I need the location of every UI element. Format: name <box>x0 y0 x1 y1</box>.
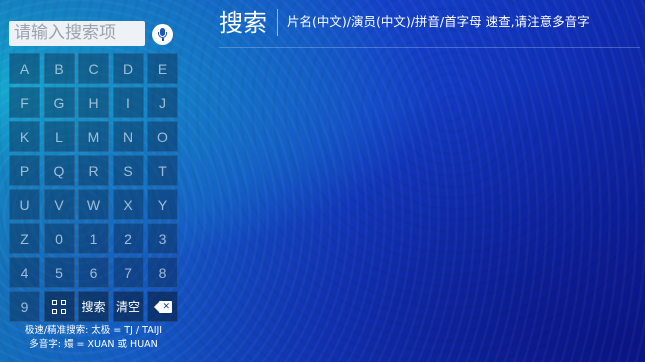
key-h[interactable]: H <box>78 87 109 118</box>
key-q[interactable]: Q <box>43 155 75 186</box>
key-2[interactable]: 2 <box>112 223 144 254</box>
key-k[interactable]: K <box>9 121 40 152</box>
key-f[interactable]: F <box>9 87 40 118</box>
on-screen-keyboard: A B C D E F G H I J K L M N O P Q R S T … <box>9 53 178 322</box>
key-w[interactable]: W <box>78 189 109 220</box>
backspace-button[interactable]: ✕ <box>147 291 178 322</box>
key-5[interactable]: 5 <box>43 257 75 288</box>
key-p[interactable]: P <box>9 155 40 186</box>
search-input[interactable]: 请输入搜索项 <box>9 21 145 46</box>
search-hint-line-1: 极速/精准搜索: 太极 = TJ / TAIJI <box>24 325 163 336</box>
keyboard-toggle-button[interactable] <box>43 291 75 322</box>
key-0[interactable]: 0 <box>43 223 75 254</box>
key-6[interactable]: 6 <box>78 257 109 288</box>
grid-icon <box>52 299 66 314</box>
key-n[interactable]: N <box>112 121 144 152</box>
key-7[interactable]: 7 <box>112 257 144 288</box>
search-hint-line-2: 多音字: 嬛 = XUAN 或 HUAN <box>29 339 158 350</box>
key-v[interactable]: V <box>43 189 75 220</box>
key-u[interactable]: U <box>9 189 40 220</box>
key-4[interactable]: 4 <box>9 257 40 288</box>
key-c[interactable]: C <box>78 53 109 84</box>
key-b[interactable]: B <box>43 53 75 84</box>
key-a[interactable]: A <box>9 53 40 84</box>
header-divider <box>219 47 640 48</box>
key-s[interactable]: S <box>112 155 144 186</box>
key-d[interactable]: D <box>112 53 144 84</box>
key-8[interactable]: 8 <box>147 257 178 288</box>
key-j[interactable]: J <box>147 87 178 118</box>
key-o[interactable]: O <box>147 121 178 152</box>
key-y[interactable]: Y <box>147 189 178 220</box>
key-t[interactable]: T <box>147 155 178 186</box>
clear-button[interactable]: 清空 <box>112 291 144 322</box>
page-title: 搜索 <box>219 9 267 37</box>
key-m[interactable]: M <box>78 121 109 152</box>
key-9[interactable]: 9 <box>9 291 40 322</box>
key-e[interactable]: E <box>147 53 178 84</box>
key-x[interactable]: X <box>112 189 144 220</box>
backspace-icon: ✕ <box>153 300 172 313</box>
key-i[interactable]: I <box>112 87 144 118</box>
voice-search-button[interactable] <box>150 22 175 47</box>
key-l[interactable]: L <box>43 121 75 152</box>
key-r[interactable]: R <box>78 155 109 186</box>
search-button[interactable]: 搜索 <box>78 291 109 322</box>
title-hint: 片名(中文)/演员(中文)/拼音/首字母 速查,请注意多音字 <box>287 14 590 29</box>
title-divider <box>277 9 278 36</box>
key-z[interactable]: Z <box>9 223 40 254</box>
key-1[interactable]: 1 <box>78 223 109 254</box>
key-g[interactable]: G <box>43 87 75 118</box>
key-3[interactable]: 3 <box>147 223 178 254</box>
